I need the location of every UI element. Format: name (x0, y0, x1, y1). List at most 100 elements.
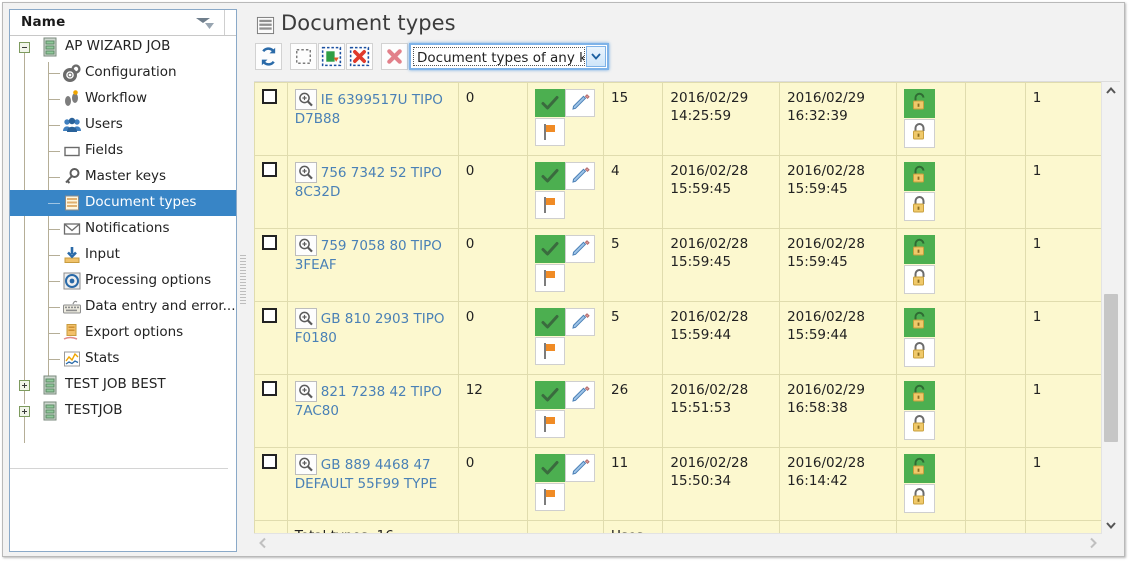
row-checkbox-cell[interactable] (254, 301, 288, 375)
unlock-green-icon[interactable] (903, 381, 935, 410)
tree-node-workflow[interactable]: Workflow (10, 86, 236, 112)
row-actions-cell[interactable] (527, 374, 605, 448)
lock-white-icon[interactable] (903, 192, 935, 221)
row-checkbox-cell[interactable] (254, 228, 288, 302)
lock-white-icon[interactable] (903, 411, 935, 440)
tree-node-data-entry-and-error[interactable]: Data entry and error... (10, 294, 236, 320)
magnifier-icon[interactable] (294, 89, 317, 110)
tree-node-notifications[interactable]: Notifications (10, 216, 236, 242)
select-none-button[interactable] (290, 43, 317, 70)
document-type-link[interactable]: 821 7238 42 TIPO 7AC80 (295, 384, 442, 419)
sidebar-item-document-types[interactable]: Document types (10, 190, 236, 216)
grid-vertical-scrollbar[interactable] (1101, 82, 1120, 534)
chevron-down-icon[interactable] (1102, 516, 1120, 534)
add-selection-button[interactable] (318, 43, 345, 70)
tree-node-ap-wizard-job[interactable]: AP WIZARD JOB (10, 36, 236, 60)
flag-orange-icon[interactable] (535, 191, 566, 219)
expander-minus-icon[interactable] (19, 42, 30, 53)
table-row[interactable]: GB 889 4468 47 DEFAULT 55F99 TYPE 0 11 2… (254, 447, 1102, 521)
tree-node-processing-options[interactable]: Processing options (10, 268, 236, 294)
tree-node-configuration[interactable]: Configuration (10, 60, 236, 86)
row-actions-cell[interactable] (527, 155, 605, 229)
row-checkbox[interactable] (262, 381, 277, 396)
row-checkbox-cell[interactable] (254, 447, 288, 521)
magnifier-icon[interactable] (294, 454, 317, 475)
lock-white-icon[interactable] (903, 338, 935, 367)
check-green-icon[interactable] (535, 89, 566, 117)
tree-node-users[interactable]: Users (10, 112, 236, 138)
document-type-link[interactable]: 759 7058 80 TIPO 3FEAF (295, 238, 442, 273)
document-type-filter-select[interactable]: Document types of any k (409, 43, 609, 70)
row-checkbox[interactable] (262, 235, 277, 250)
refresh-button[interactable] (255, 43, 282, 70)
document-types-grid[interactable]: IE 6399517U TIPO D7B88 0 15 2016/02/29 1… (254, 82, 1102, 534)
lock-white-icon[interactable] (903, 119, 935, 148)
splitter-grip[interactable] (240, 255, 246, 307)
pencil-edit-icon[interactable] (565, 381, 596, 409)
row-checkbox[interactable] (262, 454, 277, 469)
flag-orange-icon[interactable] (535, 264, 566, 292)
unlock-green-icon[interactable] (903, 454, 935, 483)
unlock-green-icon[interactable] (903, 308, 935, 337)
tree-node-fields[interactable]: Fields (10, 138, 236, 164)
chevron-left-icon[interactable] (254, 534, 272, 552)
expander-plus-icon[interactable] (19, 380, 30, 391)
row-lock-cell[interactable] (895, 374, 967, 448)
row-actions-cell[interactable] (527, 228, 605, 302)
check-green-icon[interactable] (535, 162, 566, 190)
row-checkbox-cell[interactable] (254, 374, 288, 448)
table-row[interactable]: 756 7342 52 TIPO 8C32D 0 4 2016/02/28 15… (254, 155, 1102, 229)
tree-node-input[interactable]: Input (10, 242, 236, 268)
lock-white-icon[interactable] (903, 265, 935, 294)
document-type-link[interactable]: GB 810 2903 TIPO F0180 (295, 311, 445, 346)
pencil-edit-icon[interactable] (565, 162, 596, 190)
tree-node-stats[interactable]: Stats (10, 346, 236, 372)
check-green-icon[interactable] (535, 235, 566, 263)
row-checkbox[interactable] (262, 89, 277, 104)
table-row[interactable]: IE 6399517U TIPO D7B88 0 15 2016/02/29 1… (254, 82, 1102, 156)
row-lock-cell[interactable] (895, 228, 967, 302)
unlock-green-icon[interactable] (903, 235, 935, 264)
magnifier-icon[interactable] (294, 235, 317, 256)
row-lock-cell[interactable] (895, 155, 967, 229)
table-row[interactable]: 759 7058 80 TIPO 3FEAF 0 5 2016/02/28 15… (254, 228, 1102, 302)
panel-splitter[interactable] (239, 9, 247, 552)
grid-horizontal-scrollbar[interactable] (254, 533, 1102, 552)
expander-plus-icon[interactable] (19, 406, 30, 417)
magnifier-icon[interactable] (294, 162, 317, 183)
tree-node-test-job-best[interactable]: TEST JOB BEST (10, 372, 236, 398)
magnifier-icon[interactable] (294, 308, 317, 329)
row-checkbox[interactable] (262, 308, 277, 323)
chevron-right-icon[interactable] (1084, 534, 1102, 552)
flag-orange-icon[interactable] (535, 483, 566, 511)
sort-descending-icon[interactable] (196, 18, 214, 29)
magnifier-icon[interactable] (294, 381, 317, 402)
lock-white-icon[interactable] (903, 484, 935, 513)
pencil-edit-icon[interactable] (565, 454, 596, 482)
row-actions-cell[interactable] (527, 82, 605, 156)
flag-orange-icon[interactable] (535, 118, 566, 146)
chevron-down-icon[interactable] (586, 46, 606, 67)
check-green-icon[interactable] (535, 381, 566, 409)
table-row[interactable]: GB 810 2903 TIPO F0180 0 5 2016/02/28 15… (254, 301, 1102, 375)
row-lock-cell[interactable] (895, 301, 967, 375)
check-green-icon[interactable] (535, 308, 566, 336)
row-checkbox[interactable] (262, 162, 277, 177)
flag-orange-icon[interactable] (535, 337, 566, 365)
unlock-green-icon[interactable] (903, 162, 935, 191)
tree-body[interactable]: AP WIZARD JOB Configuration Workflow Use… (10, 36, 236, 551)
remove-selection-button[interactable] (346, 43, 373, 70)
pencil-edit-icon[interactable] (565, 308, 596, 336)
chevron-up-icon[interactable] (1102, 82, 1120, 100)
table-row[interactable]: 821 7238 42 TIPO 7AC80 12 26 2016/02/28 … (254, 374, 1102, 448)
flag-orange-icon[interactable] (535, 410, 566, 438)
row-lock-cell[interactable] (895, 82, 967, 156)
tree-node-testjob[interactable]: TESTJOB (10, 398, 236, 424)
pencil-edit-icon[interactable] (565, 89, 596, 117)
row-checkbox-cell[interactable] (254, 155, 288, 229)
tree-node-master-keys[interactable]: Master keys (10, 164, 236, 190)
vertical-scroll-thumb[interactable] (1104, 294, 1118, 442)
row-actions-cell[interactable] (527, 301, 605, 375)
row-checkbox-cell[interactable] (254, 82, 288, 156)
row-lock-cell[interactable] (895, 447, 967, 521)
